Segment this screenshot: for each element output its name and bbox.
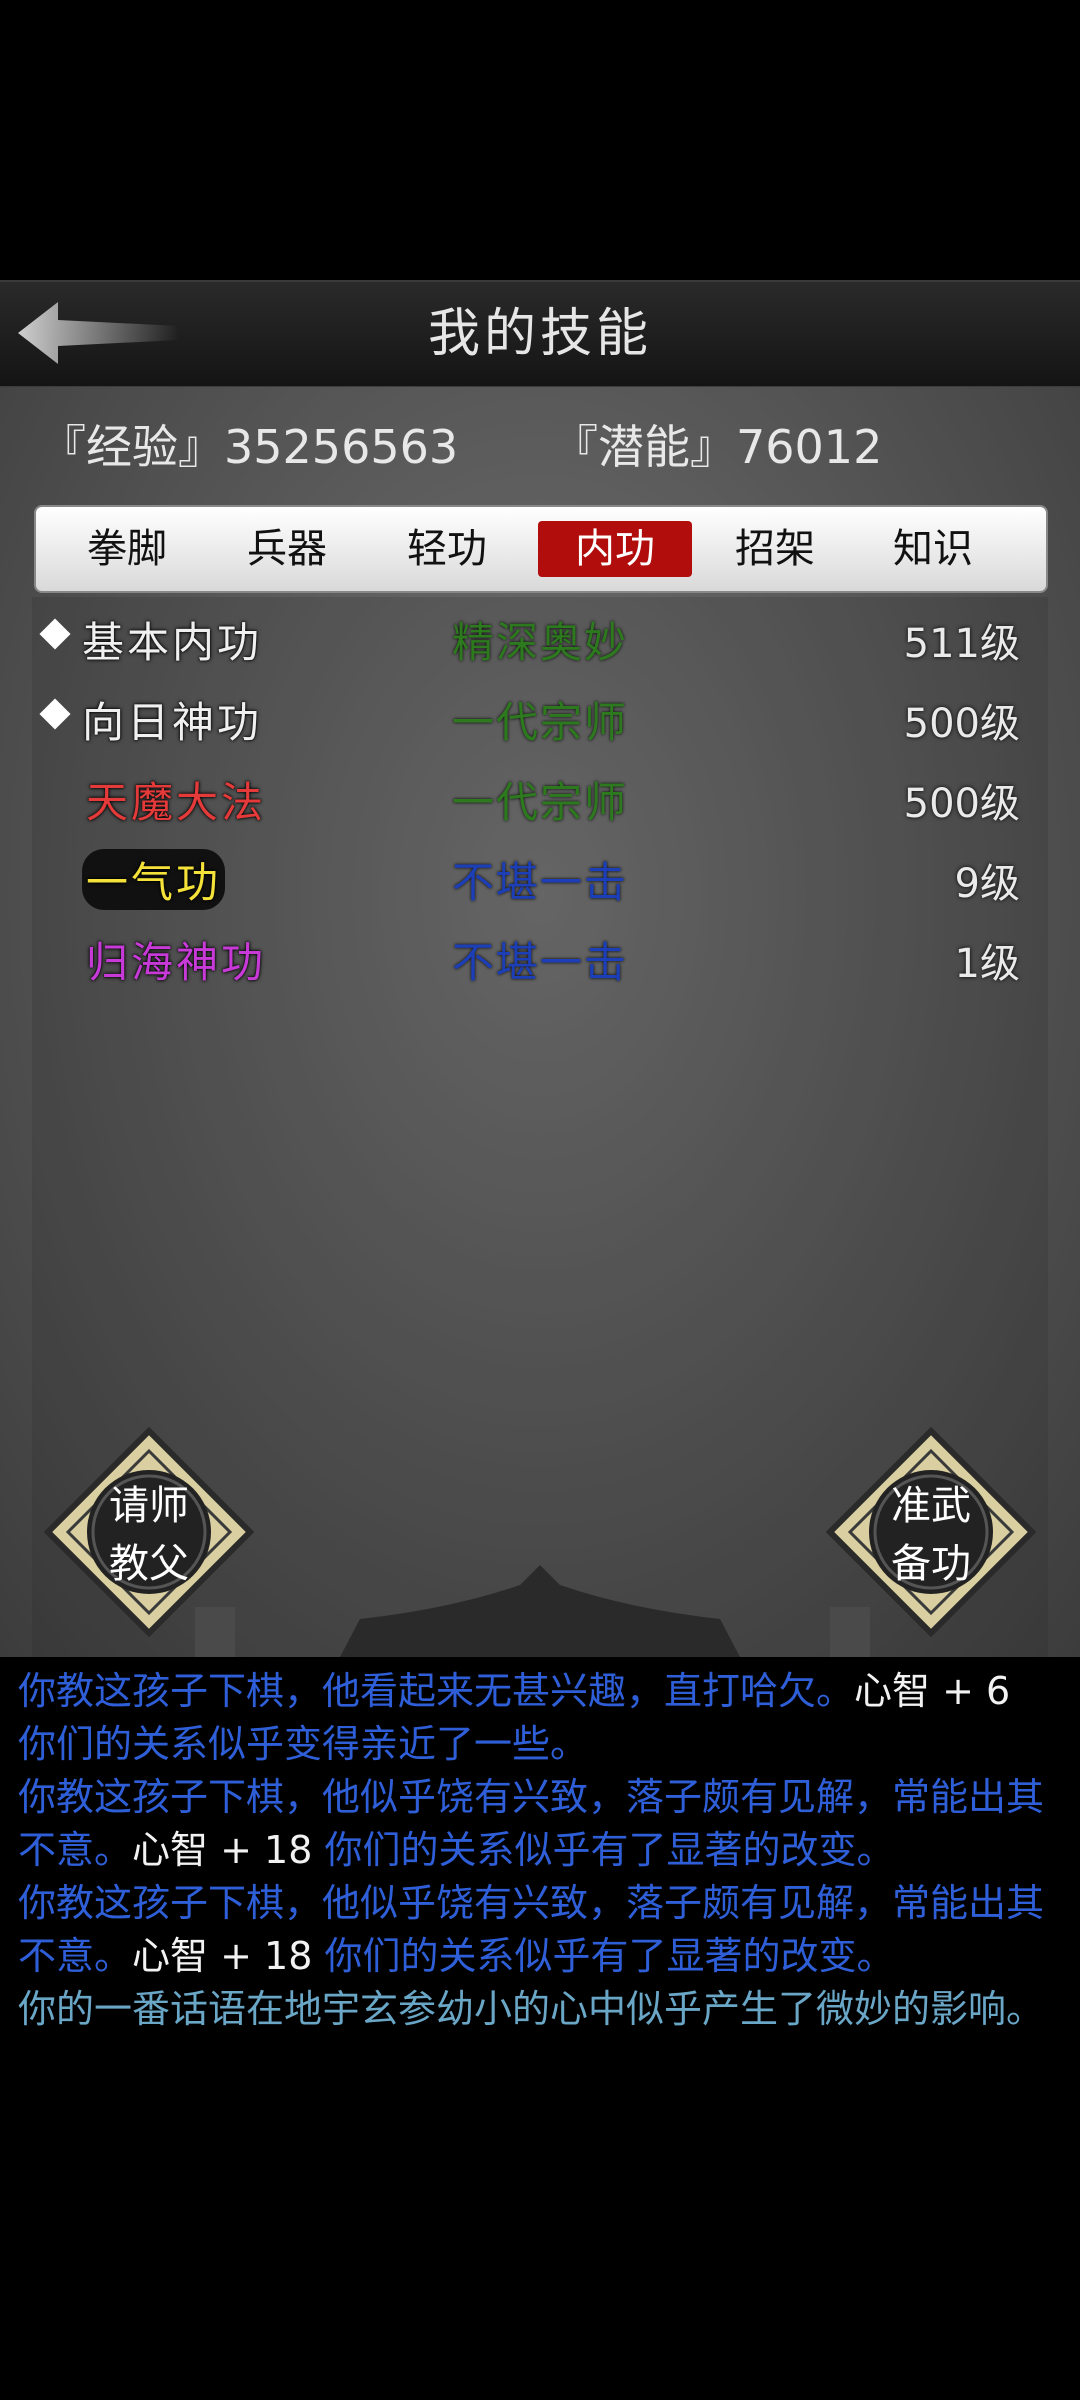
skill-category-tabs: 拳脚 兵器 轻功 内功 招架 知识 [34, 505, 1048, 593]
tab-knowledge[interactable]: 知识 [856, 521, 1010, 577]
tab-parry[interactable]: 招架 [698, 521, 852, 577]
skill-level: 500级 [903, 701, 1020, 747]
teach-label-line2: 教父 [109, 1541, 189, 1587]
log-line: 你们的关系似乎有了显著的改变。 [312, 1934, 895, 1978]
skill-name: 一气功 [82, 849, 226, 910]
teach-button[interactable]: 请师 教父 [43, 1426, 255, 1638]
skill-level: 9级 [954, 861, 1020, 907]
stats-row: 『经验』35256563 『潜能』76012 [0, 387, 1080, 497]
header-bar: 我的技能 [0, 280, 1080, 389]
diamond-marker-icon [39, 618, 71, 650]
page-title: 我的技能 [427, 304, 652, 364]
log-stat: 心智 + 18 [132, 1934, 313, 1978]
skill-grade: 不堪一击 [452, 858, 629, 907]
prepare-skill-button[interactable]: 准武 备功 [825, 1426, 1037, 1638]
tab-lightness[interactable]: 轻功 [370, 521, 524, 577]
skill-level: 500级 [903, 781, 1020, 827]
teach-label-line1: 请师 [109, 1483, 189, 1529]
skill-name: 向日神功 [82, 698, 263, 747]
tab-fist-kick[interactable]: 拳脚 [50, 521, 204, 577]
skill-grade: 一代宗师 [452, 698, 629, 747]
skill-name: 天魔大法 [86, 778, 267, 827]
skill-row[interactable]: 归海神功 不堪一击 1级 [32, 917, 1048, 997]
skill-row[interactable]: 一气功 不堪一击 9级 [32, 837, 1048, 917]
diamond-marker-icon [39, 698, 71, 730]
log-line: 你的一番话语在地宇玄参幼小的心中似乎产生了微妙的影响。 [18, 1987, 1045, 2031]
skill-grade: 精深奥妙 [452, 618, 629, 667]
game-screen: 我的技能 『经验』35256563 『潜能』76012 拳脚 兵器 轻功 内功 … [0, 0, 1080, 2400]
prepare-label-line2: 备功 [891, 1541, 971, 1587]
skill-name: 基本内功 [82, 618, 263, 667]
log-text: 你教这孩子下棋，他看起来无甚兴趣，直打哈欠。心智 + 6 你们的关系似乎变得亲近… [18, 1665, 1058, 2036]
experience-stat: 『经验』35256563 [40, 420, 459, 474]
skill-name: 归海神功 [86, 938, 267, 987]
log-stat: 心智 + 6 [854, 1669, 1011, 1713]
skill-grade: 一代宗师 [452, 778, 629, 827]
skill-level: 511级 [903, 621, 1020, 667]
skill-row[interactable]: 基本内功 精深奥妙 511级 [32, 597, 1048, 677]
log-stat: 心智 + 18 [132, 1828, 313, 1872]
skill-grade: 不堪一击 [452, 938, 629, 987]
prepare-label-line1: 准武 [891, 1483, 971, 1529]
skill-row[interactable]: 天魔大法 一代宗师 500级 [32, 757, 1048, 837]
log-line: 你教这孩子下棋，他看起来无甚兴趣，直打哈欠。 [18, 1669, 855, 1713]
log-line: 你们的关系似乎变得亲近了一些。 [18, 1722, 589, 1766]
tab-weapons[interactable]: 兵器 [210, 521, 364, 577]
skills-panel: 『经验』35256563 『潜能』76012 拳脚 兵器 轻功 内功 招架 知识… [0, 387, 1080, 1657]
log-line: 你们的关系似乎有了显著的改变。 [312, 1828, 895, 1872]
message-log: 你教这孩子下棋，他看起来无甚兴趣，直打哈欠。心智 + 6 你们的关系似乎变得亲近… [0, 1657, 1080, 2187]
skill-row[interactable]: 向日神功 一代宗师 500级 [32, 677, 1048, 757]
tab-internal[interactable]: 内功 [538, 521, 692, 577]
potential-stat: 『潜能』76012 [552, 420, 883, 474]
skill-level: 1级 [954, 941, 1020, 987]
